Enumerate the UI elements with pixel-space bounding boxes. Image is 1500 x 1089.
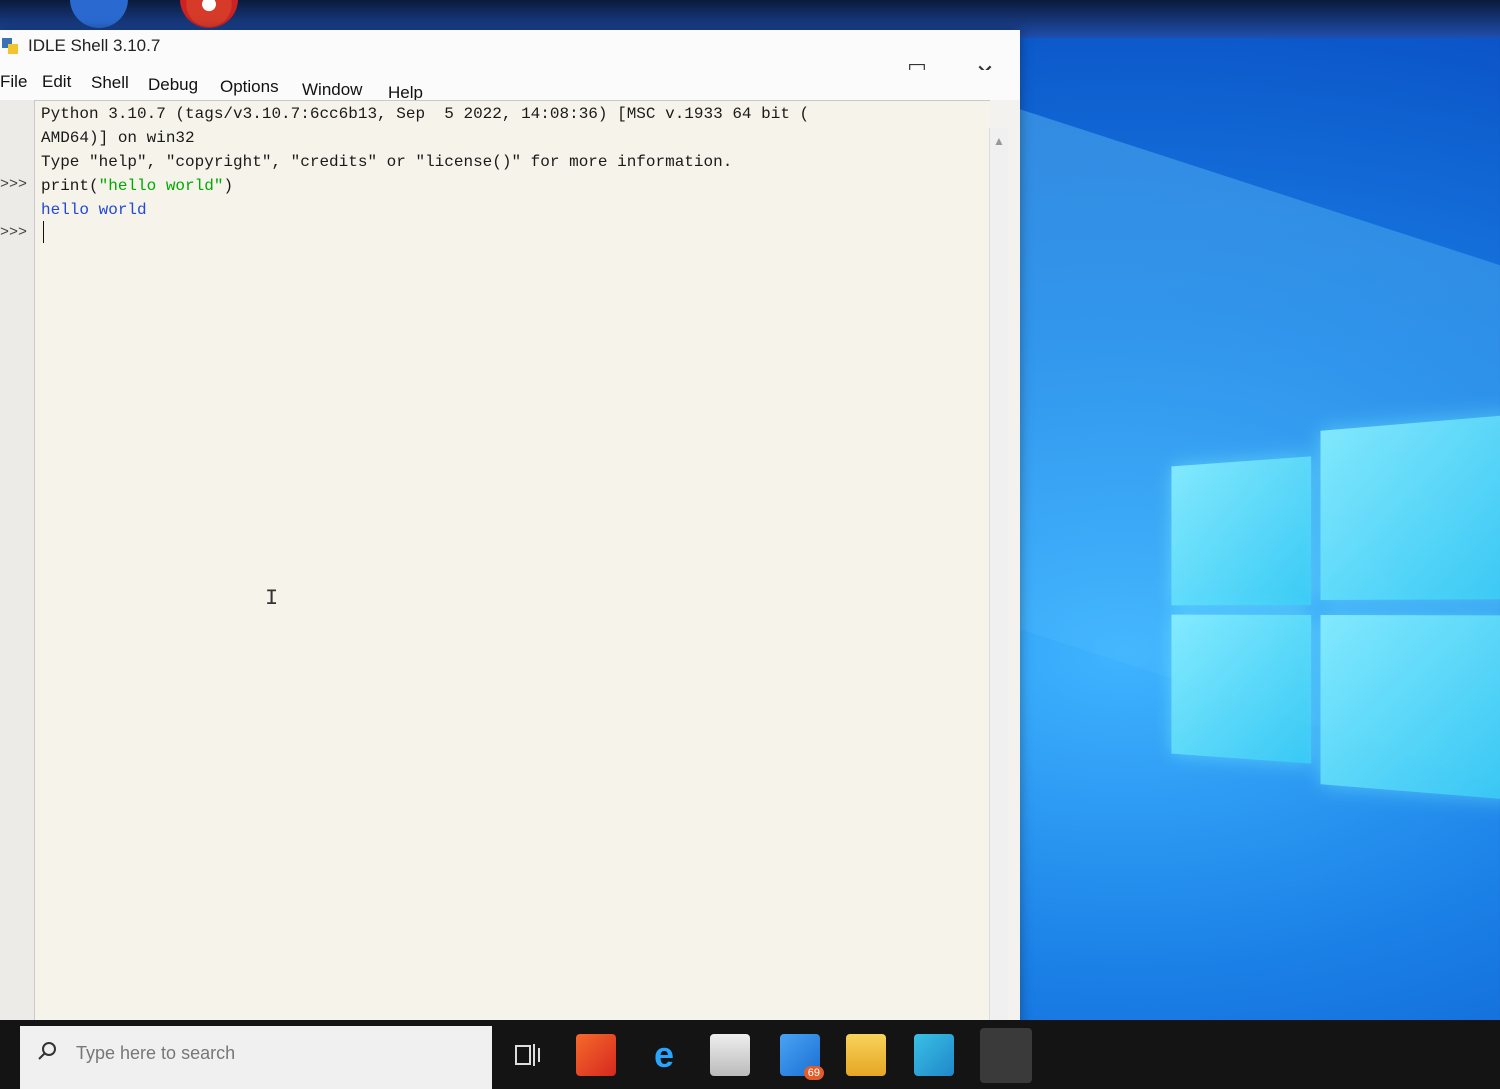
mail-icon[interactable]: 69 <box>780 1034 824 1080</box>
scroll-up-arrow-icon[interactable]: ▲ <box>990 134 1008 148</box>
prompt-marker: >>> <box>0 224 28 241</box>
banner-line-1: Python 3.10.7 (tags/v3.10.7:6cc6b13, Sep… <box>41 105 810 123</box>
file-explorer-icon[interactable] <box>846 1034 886 1076</box>
search-icon <box>38 1042 56 1060</box>
banner-line-2: AMD64)] on win32 <box>41 129 195 147</box>
python-idle-icon <box>2 38 18 54</box>
command-line: print("hello world") <box>41 177 233 195</box>
office-icon[interactable] <box>576 1034 616 1076</box>
mail-badge: 69 <box>803 1066 824 1080</box>
banner-line-3: Type "help", "copyright", "credits" or "… <box>41 153 733 171</box>
menu-bar: File Edit Shell Debug Options Window Hel… <box>0 70 1020 102</box>
menu-debug[interactable]: Debug <box>144 75 202 95</box>
title-bar[interactable]: IDLE Shell 3.10.7 — ☐ ✕ <box>0 30 1020 85</box>
app-icon[interactable] <box>914 1034 954 1076</box>
vertical-scrollbar[interactable]: ▲ <box>989 128 1008 1058</box>
python-idle-taskbar-icon[interactable] <box>980 1028 1032 1083</box>
window-title: IDLE Shell 3.10.7 <box>28 36 161 55</box>
command-prefix: print( <box>41 177 99 195</box>
prompt-gutter: >>> >>> <box>0 100 34 1060</box>
blue-app-icon[interactable] <box>70 0 128 28</box>
windows-logo-wallpaper <box>1171 414 1500 805</box>
edge-icon[interactable]: e <box>644 1034 684 1076</box>
command-suffix: ) <box>223 177 234 195</box>
prompt-marker: >>> <box>0 176 28 193</box>
ibeam-cursor-icon: I <box>265 586 279 611</box>
menu-window[interactable]: Window <box>298 80 366 100</box>
menu-edit[interactable]: Edit <box>38 72 75 92</box>
menu-options[interactable]: Options <box>216 77 283 97</box>
idle-shell-window: IDLE Shell 3.10.7 — ☐ ✕ File Edit Shell … <box>0 30 1020 1061</box>
taskbar: Type here to search e 69 <box>0 1020 1500 1089</box>
command-string: "hello world" <box>98 177 224 195</box>
chrome-icon[interactable] <box>180 0 238 28</box>
taskbar-search-box[interactable]: Type here to search <box>20 1026 492 1089</box>
task-view-icon[interactable] <box>508 1034 548 1076</box>
menu-shell[interactable]: Shell <box>87 73 133 93</box>
store-icon[interactable] <box>710 1034 750 1076</box>
search-placeholder: Type here to search <box>76 1043 236 1063</box>
output-line: hello world <box>41 201 147 219</box>
menu-file[interactable]: File <box>0 72 31 92</box>
shell-text-area[interactable]: Python 3.10.7 (tags/v3.10.7:6cc6b13, Sep… <box>34 100 990 1061</box>
text-cursor <box>43 221 44 243</box>
